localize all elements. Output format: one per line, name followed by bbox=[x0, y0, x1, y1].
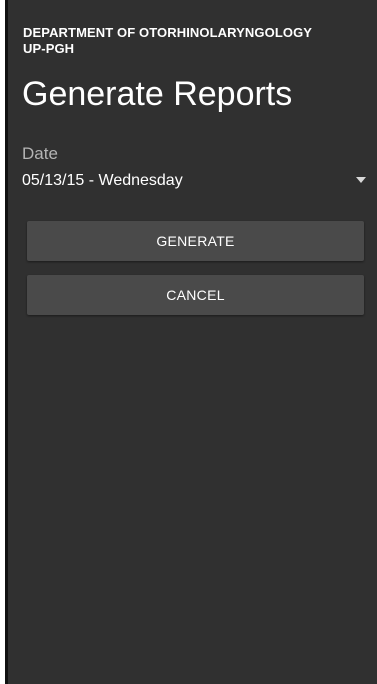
date-dropdown[interactable]: 05/13/15 - Wednesday bbox=[22, 168, 372, 194]
date-label: Date bbox=[22, 144, 58, 163]
page-title: Generate Reports bbox=[22, 75, 293, 113]
cancel-button[interactable]: CANCEL bbox=[27, 275, 364, 315]
department-name: DEPARTMENT OF OTORHINOLARYNGOLOGY UP-PGH bbox=[23, 25, 363, 57]
department-name-line2: UP-PGH bbox=[23, 41, 75, 56]
generate-button[interactable]: GENERATE bbox=[27, 221, 364, 261]
dropdown-arrow-icon bbox=[356, 177, 366, 183]
generate-reports-screen: DEPARTMENT OF OTORHINOLARYNGOLOGY UP-PGH… bbox=[8, 0, 377, 684]
date-selected-value: 05/13/15 - Wednesday bbox=[22, 172, 183, 189]
department-name-line1: DEPARTMENT OF OTORHINOLARYNGOLOGY bbox=[23, 25, 313, 40]
